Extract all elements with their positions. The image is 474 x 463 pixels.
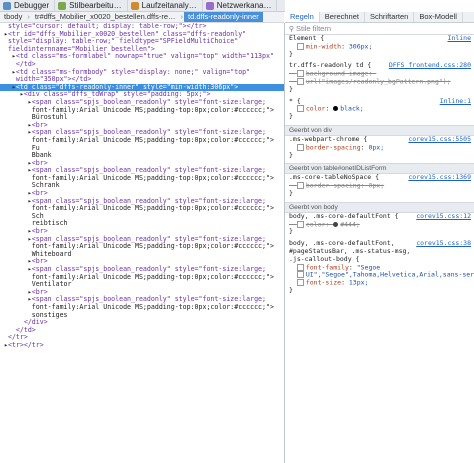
rule-selector[interactable]: body, .ms-core-defaultFont, bbox=[289, 239, 395, 247]
property-name[interactable]: border-spacing bbox=[306, 143, 361, 151]
search-icon: ⚲ bbox=[288, 25, 295, 33]
rule-source-link[interactable]: corev15.css:5505 bbox=[408, 135, 471, 144]
rule-close: } bbox=[289, 84, 293, 93]
declaration-checkbox[interactable] bbox=[296, 77, 304, 85]
property-value[interactable]: 306px; bbox=[349, 42, 372, 50]
property-name[interactable]: font-family bbox=[306, 263, 349, 271]
property-value[interactable]: "Segoe bbox=[357, 263, 380, 271]
rule-selector[interactable]: .ms-webpart-chrome { bbox=[289, 135, 367, 143]
declaration-checkbox[interactable] bbox=[296, 105, 304, 113]
css-declaration[interactable]: border-spacing: 0px; bbox=[285, 182, 474, 190]
property-name[interactable]: color bbox=[306, 220, 326, 228]
rule-source-link[interactable]: Inline bbox=[448, 35, 471, 43]
css-declaration[interactable]: url("images/readonly_bgPattern.png"); bbox=[285, 78, 474, 86]
markup-text: font-family:Arial Unicode MS;padding-top… bbox=[31, 173, 274, 182]
css-declaration[interactable]: font-size: 13px; bbox=[285, 279, 474, 287]
toolbar-tab[interactable]: Laufzeitanaly… bbox=[128, 0, 203, 11]
toolbar-tab[interactable]: Stilbearbeitu… bbox=[55, 0, 128, 11]
property-value[interactable]: 13px; bbox=[349, 279, 369, 287]
declaration-checkbox[interactable] bbox=[296, 263, 304, 271]
rule-source-link[interactable]: DFFS_frontend.css:280 bbox=[389, 62, 471, 70]
rule-selector[interactable]: .ms-core-tableNoSpace { bbox=[289, 173, 379, 181]
css-declaration[interactable]: min-width: 306px; bbox=[285, 42, 474, 51]
property-value[interactable]: #444; bbox=[340, 220, 360, 228]
network-icon bbox=[205, 1, 214, 10]
breadcrumb-item[interactable]: tr#dffs_Mobilier_x0020_bestellen.dffs-re… bbox=[31, 12, 180, 22]
markup-text: font-family:Arial Unicode MS;padding-top… bbox=[31, 302, 274, 311]
property-value[interactable]: 0px; bbox=[368, 182, 384, 190]
markup-line[interactable]: </div> bbox=[0, 318, 284, 327]
rule-close: } bbox=[289, 150, 293, 159]
tab-schriftarten[interactable]: Schriftarten bbox=[365, 12, 415, 22]
rule-selector[interactable]: * { bbox=[289, 97, 301, 105]
color-swatch-icon[interactable] bbox=[333, 106, 339, 112]
markup-line[interactable]: ▸<td class="ms-formlabel" nowrap="true" … bbox=[0, 53, 284, 61]
property-name[interactable]: font-size bbox=[306, 279, 341, 287]
declaration-checkbox[interactable] bbox=[296, 279, 304, 287]
declaration-checkbox[interactable] bbox=[296, 42, 304, 50]
toolbar-tab-label: Stilbearbeitu… bbox=[69, 1, 122, 10]
rule-selector[interactable]: #pageStatusBar, .ms-status-msg, bbox=[289, 247, 410, 255]
toolbar-tab-label: Laufzeitanaly… bbox=[141, 1, 197, 10]
rule-close: } bbox=[289, 188, 293, 197]
filter-input[interactable]: Stile filtern bbox=[296, 24, 331, 33]
toolbar-tab[interactable]: Debugger bbox=[0, 0, 56, 11]
markup-line[interactable]: ▸<tr></tr> bbox=[0, 340, 284, 350]
rule-source-link[interactable]: corev15.css:38 bbox=[416, 239, 471, 248]
breadcrumb: tbody › tr#dffs_Mobilier_x0020_bestellen.d… bbox=[0, 12, 284, 23]
color-swatch-icon[interactable] bbox=[333, 221, 339, 227]
markup-line[interactable]: font-family:Arial Unicode MS;padding-top… bbox=[0, 135, 284, 145]
markup-text: font-family:Arial Unicode MS;padding-top… bbox=[31, 204, 274, 213]
property-value[interactable]: url("images/readonly_bgPattern.png"); bbox=[306, 77, 451, 86]
rule-selector[interactable]: .js-callout-body { bbox=[289, 255, 359, 263]
rules-list: Element { Inline min-width: 306px;} tr.dff… bbox=[285, 35, 474, 463]
css-declaration[interactable]: border-spacing: 0px; bbox=[285, 143, 474, 152]
property-value[interactable]: 0px; bbox=[368, 143, 384, 151]
rule-source-link[interactable]: Inline:1 bbox=[440, 97, 471, 106]
toolbar-tab-label: Debugger bbox=[14, 1, 50, 10]
debugger-icon bbox=[3, 1, 11, 10]
declaration-checkbox[interactable] bbox=[296, 271, 304, 279]
tab-box-modell[interactable]: Box-Modell bbox=[414, 12, 463, 22]
markup-text: font-family:Arial Unicode MS;padding-top… bbox=[31, 135, 274, 144]
toolbar-tab-label: Netzwerkana… bbox=[216, 1, 272, 10]
property-name[interactable]: background-image bbox=[306, 70, 369, 78]
breadcrumb-item[interactable]: tbody bbox=[0, 12, 26, 22]
property-name[interactable]: border-spacing bbox=[306, 182, 361, 190]
rule-source-link[interactable]: corev15.css:1369 bbox=[408, 174, 471, 182]
css-declaration[interactable]: color: #444; bbox=[285, 220, 474, 229]
property-value[interactable]: UI","Segoe",Tahoma,Helvetica,Arial,sans-… bbox=[306, 271, 474, 279]
declaration-checkbox[interactable] bbox=[296, 143, 304, 151]
sidebar-tabs: Regeln Berechnet Schriftarten Box-Modell bbox=[285, 12, 474, 23]
tab-regeln[interactable]: Regeln bbox=[285, 12, 320, 22]
filter-row: ⚲ Stile filtern bbox=[285, 23, 474, 35]
rule-gap bbox=[285, 295, 474, 299]
rule-selector[interactable]: tr.dffs-readonly td { bbox=[289, 61, 371, 69]
markup-view[interactable]: style="cursor: default; display: table-r… bbox=[0, 23, 285, 463]
declaration-checkbox[interactable] bbox=[296, 182, 304, 190]
profiler-icon bbox=[130, 1, 139, 10]
css-declaration[interactable]: color: black; bbox=[285, 105, 474, 113]
rules-sidebar: Regeln Berechnet Schriftarten Box-Modell ⚲ … bbox=[285, 0, 474, 463]
declaration-checkbox[interactable] bbox=[296, 220, 304, 228]
style-editor-icon bbox=[58, 1, 67, 10]
rule-source-link[interactable]: corev15.css:12 bbox=[416, 212, 471, 221]
rule-selector[interactable]: Element { bbox=[289, 35, 324, 42]
breadcrumb-item[interactable]: td.dffs-readonly-inner bbox=[184, 12, 263, 22]
markup-line[interactable]: </td> bbox=[0, 326, 284, 335]
tab-berechnet[interactable]: Berechnet bbox=[320, 12, 365, 22]
property-value[interactable]: black; bbox=[340, 105, 363, 113]
rule-close: } bbox=[289, 112, 293, 121]
declaration-checkbox[interactable] bbox=[296, 70, 304, 78]
property-name[interactable]: min-width bbox=[306, 42, 341, 50]
rule-close: } bbox=[289, 49, 293, 58]
rule-close: } bbox=[289, 227, 293, 236]
markup-text: <td class="ms-formlabel" nowrap="true" v… bbox=[15, 52, 274, 61]
markup-text: <tr></tr> bbox=[7, 340, 44, 349]
property-name[interactable]: color bbox=[306, 105, 326, 113]
rule-close: } bbox=[289, 285, 293, 294]
rule-selector[interactable]: body, .ms-core-defaultFont { bbox=[289, 212, 399, 220]
toolbar-tab[interactable]: Netzwerkana… bbox=[203, 0, 278, 11]
markup-text: font-family:Arial Unicode MS;padding-top… bbox=[31, 105, 274, 114]
